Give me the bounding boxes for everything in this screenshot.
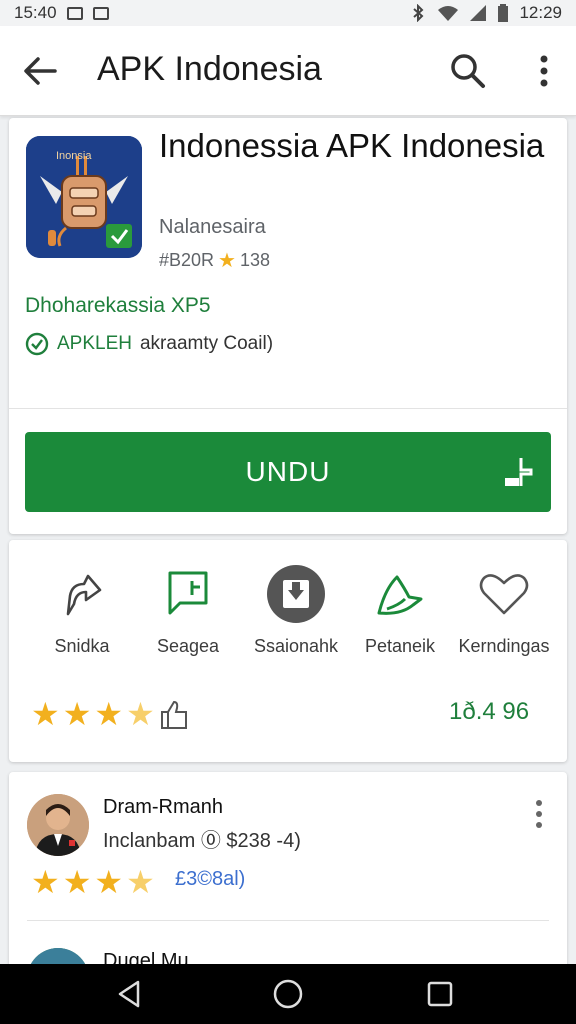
check-circle-icon [25, 332, 49, 356]
divider [9, 408, 567, 409]
app-name: Indonessia APK Indonesia [159, 127, 545, 164]
more-options-icon[interactable] [528, 53, 560, 89]
actions-card: Snidka Seagea Ssaionahk Petaneik Kerndin… [9, 540, 567, 762]
action-report[interactable]: Seagea [133, 564, 243, 657]
verify-label: APKLEH [57, 333, 132, 354]
action-row: Snidka Seagea Ssaionahk Petaneik Kerndin… [9, 564, 567, 664]
review-stars: ★ ★ ★ ★ [31, 866, 155, 898]
search-icon[interactable] [450, 53, 486, 89]
nav-home-icon[interactable] [272, 978, 304, 1010]
install-button[interactable]: UNDU [25, 432, 551, 512]
image-notification-icon [92, 6, 109, 20]
star-full-icon: ★ [62, 864, 92, 900]
rank-label: #B20R [159, 250, 215, 270]
app-header-card: Inonsia Indonessia APK Indonesia Nalanes… [9, 118, 567, 534]
app-tagline: Dhoharekassia XP5 [25, 294, 211, 317]
download-icon [505, 458, 533, 486]
developer-name[interactable]: Nalanesaira [159, 216, 266, 239]
wifi-icon [438, 6, 459, 21]
back-arrow-icon[interactable] [22, 53, 58, 89]
review-meta: Inclanbam ⓪ $238 -4) [103, 830, 301, 852]
install-label: UNDU [245, 456, 331, 487]
action-share[interactable]: Snidka [27, 564, 137, 657]
notification-icon [66, 6, 83, 20]
rank-and-rating: #B20R ★ 138 [159, 248, 270, 273]
app-icon-label: Inonsia [56, 150, 92, 162]
reviewer-name: Dram-Rmanh [103, 796, 224, 818]
heart-icon [479, 574, 529, 615]
rating-stars: ★ ★ ★ ★ [31, 698, 190, 730]
avatar [27, 794, 89, 856]
status-bar: 15:40 12:29 [0, 0, 576, 26]
action-favorite[interactable]: Kerndingas [449, 564, 559, 657]
divider [27, 920, 549, 921]
star-icon: ★ [218, 250, 236, 272]
app-icon[interactable]: Inonsia [26, 136, 142, 258]
action-download[interactable]: Ssaionahk [241, 564, 351, 657]
app-bar: APK Indonesia [0, 26, 576, 116]
verification-line: APKLEH akraamty Coail) [25, 332, 273, 356]
reviews-card: Dram-Rmanh Inclanbam ⓪ $238 -4) ★ ★ ★ ★ … [9, 772, 567, 1010]
status-time: 15:40 [14, 3, 57, 22]
download-circle-icon [267, 565, 325, 623]
action-label: Seagea [156, 636, 220, 656]
small-rating: 138 [239, 250, 271, 270]
rating-count: 1ð.4 96 [449, 698, 530, 725]
bluetooth-icon [413, 4, 424, 22]
star-full-icon: ★ [94, 864, 124, 900]
review-more-icon[interactable] [529, 798, 549, 830]
star-full-icon: ★ [94, 696, 124, 732]
bird-icon [377, 575, 423, 615]
person-avatar-icon [27, 794, 89, 856]
action-bird[interactable]: Petaneik [345, 564, 455, 657]
star-full-icon: ★ [62, 696, 92, 732]
nav-back-icon[interactable] [114, 978, 146, 1010]
action-label: Ssaionahk [253, 636, 339, 656]
thumb-up-icon[interactable] [158, 698, 190, 730]
battery-icon [498, 4, 509, 22]
action-label: Kerndingas [458, 636, 550, 656]
app-bar-title: APK Indonesia [97, 50, 322, 88]
review-link[interactable]: £3©8al) [175, 868, 245, 891]
flag-chat-icon [168, 571, 208, 615]
status-clock: 12:29 [519, 3, 562, 22]
signal-icon [470, 5, 487, 21]
nav-recents-icon[interactable] [424, 978, 456, 1010]
star-full-icon: ★ [31, 864, 60, 900]
share-arrow-icon [66, 574, 102, 616]
star-half-icon: ★ [126, 864, 155, 900]
system-nav-bar [0, 964, 576, 1024]
verify-text: akraamty Coail) [139, 333, 274, 354]
star-half-icon: ★ [126, 696, 155, 732]
action-label: Petaneik [364, 636, 436, 656]
action-label: Snidka [54, 636, 110, 656]
star-full-icon: ★ [31, 696, 60, 732]
